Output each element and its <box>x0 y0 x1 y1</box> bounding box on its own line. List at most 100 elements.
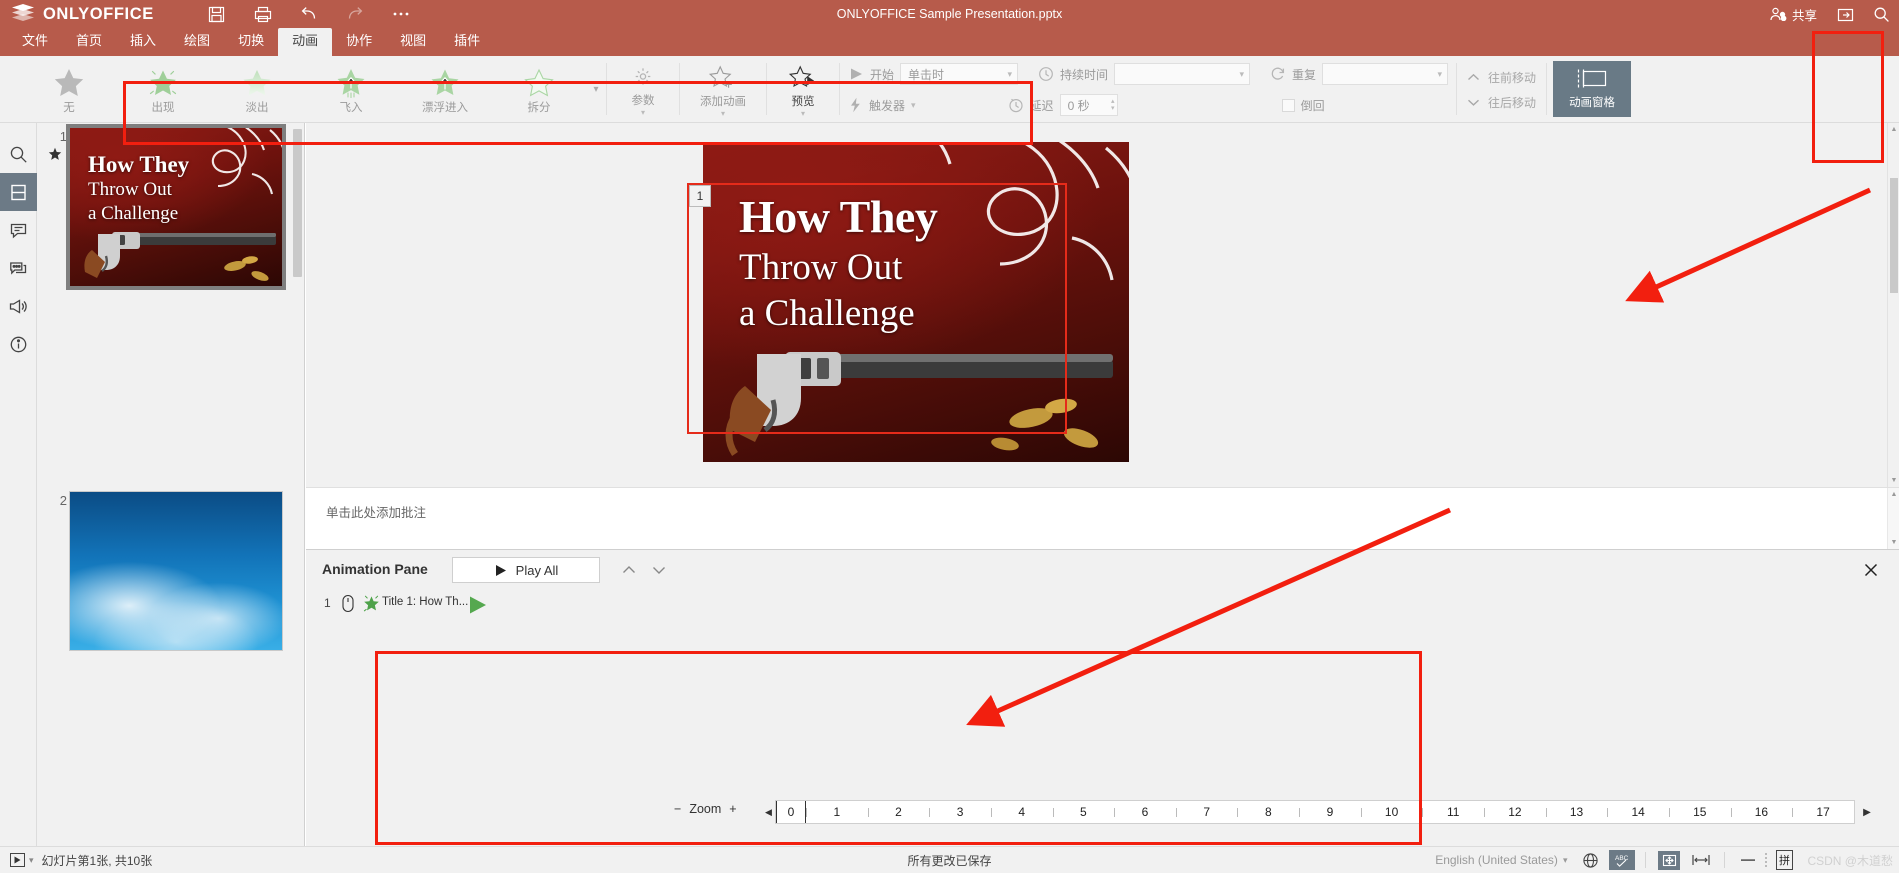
add-animation-button[interactable]: 添加动画 ▾ <box>680 56 766 122</box>
current-slide[interactable]: How They Throw Out a Challenge <box>703 142 1129 462</box>
timeline-tick[interactable]: 10 <box>1360 801 1423 823</box>
tab-plugins[interactable]: 插件 <box>440 28 494 56</box>
move-earlier-button[interactable]: 往前移动 <box>1467 69 1536 86</box>
globe-icon[interactable] <box>1575 849 1605 871</box>
duration-select[interactable]: ▾ <box>1114 63 1251 85</box>
sidebar-item-slide-settings[interactable] <box>0 173 37 211</box>
tab-view[interactable]: 视图 <box>386 28 440 56</box>
rewind-checkbox[interactable] <box>1281 98 1295 112</box>
zoom-in-button[interactable]: + <box>729 802 736 816</box>
save-icon[interactable] <box>194 1 240 27</box>
timeline-tick[interactable]: 14 <box>1607 801 1669 823</box>
close-animation-pane-button[interactable] <box>1861 560 1881 580</box>
thumbnail-item[interactable]: 1 How They Throw Out a Challenge <box>37 123 304 305</box>
more-icon[interactable] <box>378 1 424 27</box>
thumbnail-item[interactable]: 2 <box>37 305 304 651</box>
tab-home[interactable]: 首页 <box>62 28 116 56</box>
timeline-tick[interactable]: 13 <box>1545 801 1608 823</box>
tab-file[interactable]: 文件 <box>8 28 62 56</box>
timeline-tick[interactable]: 6 <box>1114 801 1176 823</box>
timeline-scroll-right-icon[interactable]: ▶ <box>1859 800 1875 824</box>
info-icon[interactable] <box>0 325 37 363</box>
tab-insert[interactable]: 插入 <box>116 28 170 56</box>
reorder-up-button[interactable] <box>618 560 640 580</box>
scroll-up-icon[interactable]: ▲ <box>1888 488 1899 501</box>
slide-thumbnail-list[interactable]: 1 How They Throw Out a Challenge 2 <box>37 123 305 846</box>
preview-animation-button[interactable]: 预览 ▾ <box>767 56 839 122</box>
slide-canvas[interactable]: How They Throw Out a Challenge 1 ▲ ▼ <box>306 123 1899 487</box>
zoom-out-icon[interactable] <box>1733 849 1763 871</box>
delay-spinner[interactable]: 0 秒 ▴ ▾ <box>1059 94 1118 116</box>
canvas-vertical-scrollbar[interactable]: ▲ ▼ <box>1887 123 1899 487</box>
search-icon[interactable] <box>0 135 37 173</box>
thumbnail-preview[interactable]: How They Throw Out a Challenge <box>66 124 286 290</box>
animation-none[interactable]: 无 <box>22 56 116 123</box>
spinner-arrows-icon[interactable]: ▴ ▾ <box>1111 98 1115 112</box>
add-animation-dropdown-icon[interactable]: ▾ <box>721 109 725 117</box>
notes-area[interactable]: 单击此处添加批注 ▲ ▼ <box>306 487 1899 549</box>
animation-gallery-expand-icon[interactable]: ▾ <box>586 56 606 123</box>
timeline-track[interactable]: 0 1 2 3 4 5 6 7 8 9 10 11 12 13 14 15 16 17 <box>775 800 1855 824</box>
timeline-tick[interactable]: 12 <box>1484 801 1546 823</box>
tab-collaboration[interactable]: 协作 <box>332 28 386 56</box>
animation-appear[interactable]: 出现 <box>116 56 210 123</box>
start-select[interactable]: 单击时 ▾ <box>900 63 1019 85</box>
parameters-dropdown-icon[interactable]: ▾ <box>641 109 645 117</box>
animation-split[interactable]: 拆分 <box>492 56 586 123</box>
redo-icon[interactable] <box>332 1 378 27</box>
comment-icon[interactable] <box>0 211 37 249</box>
animation-pane-horizontal-scrollbar[interactable] <box>306 832 1899 846</box>
reorder-down-button[interactable] <box>648 560 670 580</box>
spellcheck-icon[interactable]: ABC <box>1607 849 1637 871</box>
tab-animation[interactable]: 动画 <box>278 28 333 56</box>
animation-parameters-button[interactable]: 参数 ▾ <box>607 56 679 122</box>
zoom-out-button[interactable]: − <box>674 802 681 816</box>
undo-icon[interactable] <box>286 1 332 27</box>
timeline-tick[interactable]: 8 <box>1237 801 1299 823</box>
animation-pane-toggle-button[interactable]: 动画窗格 <box>1553 61 1632 117</box>
timeline-tick[interactable]: 3 <box>929 801 991 823</box>
timeline-tick[interactable]: 9 <box>1299 801 1361 823</box>
timeline-tick[interactable]: 11 <box>1422 801 1484 823</box>
print-icon[interactable] <box>240 1 286 27</box>
animation-fade[interactable]: 淡出 <box>210 56 304 123</box>
timeline-tick[interactable]: 17 <box>1792 801 1854 823</box>
animation-timeline-bar[interactable] <box>468 595 488 620</box>
thumbnail-scrollbar[interactable] <box>293 129 302 277</box>
zoom-slider[interactable] <box>1765 853 1768 867</box>
fit-to-width-icon[interactable] <box>1686 849 1716 871</box>
notes-scrollbar[interactable]: ▲ ▼ <box>1887 488 1899 549</box>
tab-transitions[interactable]: 切换 <box>224 28 278 56</box>
timeline-tick[interactable]: 0 <box>776 801 806 823</box>
open-file-location-icon[interactable] <box>1827 0 1863 28</box>
timeline-tick[interactable]: 7 <box>1175 801 1238 823</box>
chevron-down-icon[interactable]: ▾ <box>911 100 916 111</box>
chat-icon[interactable] <box>0 249 37 287</box>
play-all-button[interactable]: Play All <box>452 557 600 583</box>
tab-draw[interactable]: 绘图 <box>170 28 224 56</box>
animation-timeline-ruler[interactable]: ◀ 0 1 2 3 4 5 6 7 8 9 10 11 12 13 14 15 16 17 <box>762 800 1855 824</box>
repeat-select[interactable]: ▾ <box>1322 63 1449 85</box>
animation-fly-in[interactable]: 飞入 <box>304 56 398 123</box>
timeline-tick[interactable]: 4 <box>990 801 1053 823</box>
scroll-up-icon[interactable]: ▲ <box>1888 123 1899 136</box>
animation-list-item[interactable]: 1 Title 1: How Th... <box>306 592 1899 618</box>
animation-order-badge[interactable]: 1 <box>689 185 711 207</box>
timeline-tick[interactable]: 16 <box>1730 801 1793 823</box>
animation-float-in[interactable]: 漂浮进入 <box>398 56 492 123</box>
fit-to-slide-icon[interactable] <box>1654 849 1684 871</box>
scroll-thumb[interactable] <box>1890 178 1898 293</box>
scroll-down-icon[interactable]: ▼ <box>1888 536 1899 549</box>
preview-dropdown-icon[interactable]: ▾ <box>801 109 805 117</box>
thumbnail-item[interactable]: 4 <box>37 669 304 846</box>
scroll-down-icon[interactable]: ▼ <box>1888 474 1899 487</box>
move-later-button[interactable]: 往后移动 <box>1467 94 1536 111</box>
feedback-icon[interactable] <box>0 287 37 325</box>
share-button[interactable]: 共享 <box>1760 0 1827 28</box>
timeline-tick[interactable]: 15 <box>1668 801 1731 823</box>
ime-pinyin-icon[interactable]: 拼 <box>1769 849 1799 871</box>
timeline-tick[interactable]: 2 <box>867 801 930 823</box>
timeline-tick[interactable]: 1 <box>806 801 868 823</box>
search-icon[interactable] <box>1863 0 1899 28</box>
timeline-scroll-left-icon[interactable]: ◀ <box>762 800 775 824</box>
